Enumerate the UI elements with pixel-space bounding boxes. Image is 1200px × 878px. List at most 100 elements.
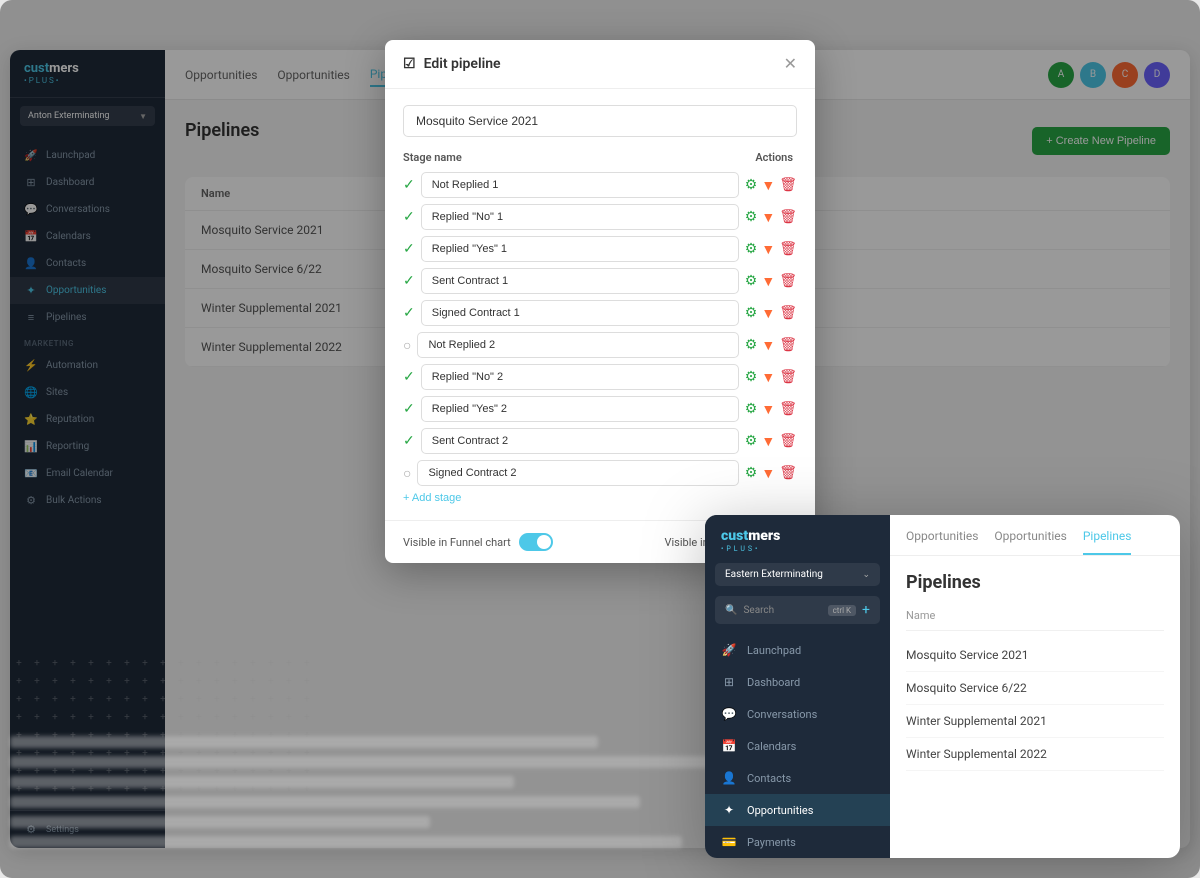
zoom-table-row-2[interactable]: Mosquito Service 6/22 [906,672,1164,705]
stage-filter-button-7[interactable]: ▼ [761,369,775,386]
stage-check-icon: ✓ [403,369,415,385]
stage-input-9[interactable] [421,428,739,454]
stage-delete-button-5[interactable]: 🗑 [779,305,797,321]
zoom-nav-label: Opportunities [747,804,813,817]
stage-settings-button-7[interactable]: ⚙ [745,369,758,385]
zoom-nav-label: Dashboard [747,676,800,689]
stage-delete-button-9[interactable]: 🗑 [779,433,797,449]
stage-settings-button-10[interactable]: ⚙ [745,465,758,481]
stage-row-10: ○ ⚙ ▼ 🗑 [403,460,797,486]
zoom-nav-calendars[interactable]: 📅 Calendars [705,730,890,762]
stage-row-8: ✓ ⚙ ▼ 🗑 [403,396,797,422]
stage-input-10[interactable] [417,460,738,486]
stage-filter-button-8[interactable]: ▼ [761,401,775,418]
zoom-nav-launchpad[interactable]: 🚀 Launchpad [705,634,890,666]
stage-check-icon: ✓ [403,433,415,449]
funnel-chart-toggle[interactable] [519,533,553,551]
zoom-main-content: Pipelines Name Mosquito Service 2021 Mos… [890,556,1180,787]
zoom-tab-pipelines[interactable]: Pipelines [1083,515,1132,555]
stage-delete-button-6[interactable]: 🗑 [779,337,797,353]
zoom-table-row-3[interactable]: Winter Supplemental 2021 [906,705,1164,738]
stage-filter-button-2[interactable]: ▼ [761,209,775,226]
stage-check-icon: ✓ [403,273,415,289]
stage-actions-4: ⚙ ▼ 🗑 [745,273,797,290]
stage-filter-button-1[interactable]: ▼ [761,177,775,194]
zoom-account-selector[interactable]: Eastern Exterminating ⌄ [715,563,880,586]
stage-actions-7: ⚙ ▼ 🗑 [745,369,797,386]
modal-title: ☑ Edit pipeline [403,56,501,72]
stage-delete-button-1[interactable]: 🗑 [779,177,797,193]
stage-settings-button-1[interactable]: ⚙ [745,177,758,193]
stage-filter-button-3[interactable]: ▼ [761,241,775,258]
zoom-table-row-4[interactable]: Winter Supplemental 2022 [906,738,1164,771]
stage-settings-button-8[interactable]: ⚙ [745,401,758,417]
zoom-nav-label: Payments [747,836,796,849]
stage-row-3: ✓ ⚙ ▼ 🗑 [403,236,797,262]
zoom-nav-payments[interactable]: 💳 Payments [705,826,890,858]
pipeline-name-input[interactable] [403,105,797,137]
blur-row [10,816,430,828]
stage-input-5[interactable] [421,300,739,326]
zoom-search-bar[interactable]: 🔍 Search ctrl K + [715,596,880,624]
zoom-conversations-icon: 💬 [721,707,737,721]
stage-filter-button-5[interactable]: ▼ [761,305,775,322]
zoom-tab-opportunities-2[interactable]: Opportunities [994,515,1066,555]
zoom-account-name: Eastern Exterminating [725,569,823,580]
blur-row [10,836,682,848]
zoom-nav-conversations[interactable]: 💬 Conversations [705,698,890,730]
modal-body: Stage name Actions ✓ ⚙ ▼ 🗑 ✓ [385,89,815,520]
zoom-table-row-1[interactable]: Mosquito Service 2021 [906,639,1164,672]
stage-delete-button-2[interactable]: 🗑 [779,209,797,225]
stage-settings-button-3[interactable]: ⚙ [745,241,758,257]
zoom-logo-sub: •PLUS• [721,545,874,553]
zoom-logo-text: custmers [721,529,874,543]
zoom-nav-dashboard[interactable]: ⊞ Dashboard [705,666,890,698]
zoom-nav-opportunities[interactable]: ✦ Opportunities [705,794,890,826]
stage-input-4[interactable] [421,268,739,294]
stage-input-2[interactable] [421,204,739,230]
stage-filter-button-10[interactable]: ▼ [761,465,775,482]
stage-input-7[interactable] [421,364,739,390]
blur-row [10,796,640,808]
stage-settings-button-6[interactable]: ⚙ [745,337,758,353]
stage-actions-9: ⚙ ▼ 🗑 [745,433,797,450]
funnel-chart-toggle-group: Visible in Funnel chart [403,533,553,551]
stage-filter-button-6[interactable]: ▼ [761,337,775,354]
zoom-nav-contacts[interactable]: 👤 Contacts [705,762,890,794]
stage-actions-8: ⚙ ▼ 🗑 [745,401,797,418]
zoom-sidebar-card: custmers •PLUS• Eastern Exterminating ⌄ … [705,515,890,858]
stage-settings-button-4[interactable]: ⚙ [745,273,758,289]
stage-settings-button-2[interactable]: ⚙ [745,209,758,225]
background-app: custmers •PLUS• Anton Exterminating ▼ 🚀 … [0,0,1200,878]
modal-header: ☑ Edit pipeline ✕ [385,40,815,89]
zoom-nav-label: Calendars [747,740,796,753]
stage-check-icon-empty: ○ [403,337,411,354]
zoom-search-plus-icon[interactable]: + [862,602,870,618]
stage-delete-button-3[interactable]: 🗑 [779,241,797,257]
stage-input-8[interactable] [421,396,739,422]
zoom-opportunities-icon: ✦ [721,803,737,817]
stage-check-icon-empty: ○ [403,465,411,482]
actions-col-label: Actions [755,151,797,164]
stage-delete-button-10[interactable]: 🗑 [779,465,797,481]
stage-filter-button-9[interactable]: ▼ [761,433,775,450]
stage-check-icon: ✓ [403,177,415,193]
zoom-nav-label: Launchpad [747,644,801,657]
stage-input-6[interactable] [417,332,738,358]
zoom-tab-opportunities-1[interactable]: Opportunities [906,515,978,555]
stage-delete-button-4[interactable]: 🗑 [779,273,797,289]
stage-settings-button-5[interactable]: ⚙ [745,305,758,321]
modal-close-button[interactable]: ✕ [784,54,797,74]
stage-input-1[interactable] [421,172,739,198]
add-stage-button[interactable]: + Add stage [403,492,461,504]
stage-input-3[interactable] [421,236,739,262]
stage-actions-10: ⚙ ▼ 🗑 [745,465,797,482]
stage-actions-1: ⚙ ▼ 🗑 [745,177,797,194]
stage-row-1: ✓ ⚙ ▼ 🗑 [403,172,797,198]
stage-delete-button-7[interactable]: 🗑 [779,369,797,385]
stage-settings-button-9[interactable]: ⚙ [745,433,758,449]
stage-filter-button-4[interactable]: ▼ [761,273,775,290]
zoom-search-placeholder: Search [743,605,821,616]
zoom-table-header: Name [906,609,1164,631]
stage-delete-button-8[interactable]: 🗑 [779,401,797,417]
